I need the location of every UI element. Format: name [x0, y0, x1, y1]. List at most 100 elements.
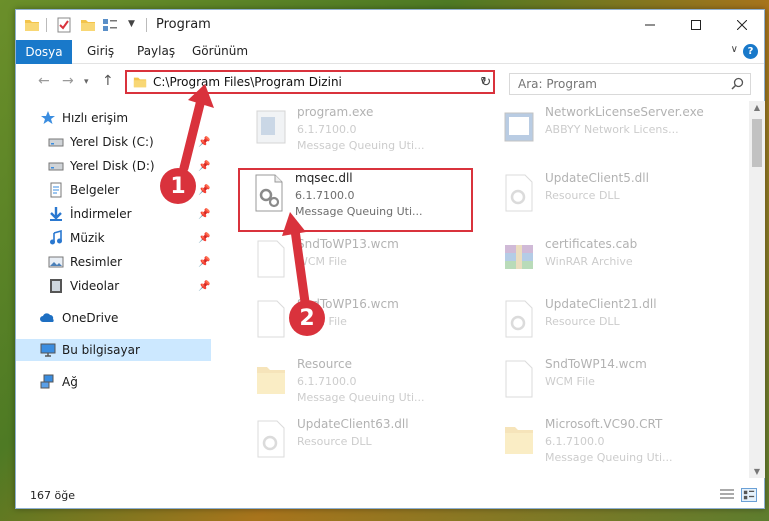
file-item[interactable]: SndToWP16.wcm WCM File [245, 295, 485, 351]
window-title: Program [156, 17, 211, 32]
scrollbar-thumb[interactable] [752, 119, 762, 167]
exe-file-icon [504, 112, 534, 142]
dll-file-icon [505, 174, 533, 212]
file-version: Resource DLL [545, 315, 620, 328]
sidebar-item-local-disk-c[interactable]: Yerel Disk (C:) 📌 [16, 131, 211, 153]
sidebar-item-quick-access[interactable]: Hızlı erişim [16, 107, 211, 129]
step-badge-1: 1 [160, 168, 196, 204]
sidebar-item-label: Müzik [70, 231, 105, 245]
file-highlight-box [238, 168, 473, 232]
sidebar-item-this-pc[interactable]: Bu bilgisayar [16, 339, 211, 361]
sidebar-item-downloads[interactable]: İndirmeler 📌 [16, 203, 211, 225]
pin-icon[interactable]: 📌 [198, 233, 210, 244]
file-item[interactable]: program.exe 6.1.7100.0 Message Queuing U… [245, 103, 485, 159]
folder-icon [133, 77, 147, 88]
tab-view[interactable]: Görünüm [192, 44, 248, 58]
file-version: ABBYY Network Licens... [545, 123, 679, 136]
file-list: program.exe 6.1.7100.0 Message Queuing U… [213, 101, 748, 478]
search-icon[interactable] [731, 77, 744, 90]
minimize-button[interactable] [627, 10, 673, 40]
file-item[interactable]: UpdateClient21.dll Resource DLL [493, 295, 733, 351]
document-file-icon [505, 360, 533, 398]
sidebar-item-music[interactable]: Müzik 📌 [16, 227, 211, 249]
file-name: UpdateClient21.dll [545, 297, 657, 311]
file-version: 6.1.7100.0 [545, 435, 605, 448]
address-bar[interactable]: C:\Program Files\Program Dizini ∨ [125, 70, 495, 94]
sidebar-item-label: Yerel Disk (C:) [70, 135, 154, 149]
status-bar: 167 öğe [16, 482, 764, 508]
pin-icon[interactable]: 📌 [198, 137, 210, 148]
help-icon[interactable]: ? [743, 44, 758, 59]
file-name: UpdateClient63.dll [297, 417, 409, 431]
sidebar-item-videos[interactable]: Videolar 📌 [16, 275, 211, 297]
sidebar-item-label: Belgeler [70, 183, 120, 197]
tiles-view-icon[interactable] [741, 488, 757, 502]
file-item[interactable]: UpdateClient5.dll Resource DLL [493, 169, 733, 225]
details-view-icon[interactable] [719, 488, 735, 502]
tab-home[interactable]: Giriş [87, 44, 114, 58]
folder-icon [25, 20, 39, 31]
documents-icon [50, 182, 62, 198]
cloud-icon [40, 313, 54, 322]
pin-icon[interactable]: 📌 [198, 257, 210, 268]
maximize-button[interactable] [673, 10, 719, 40]
file-name: SndToWP13.wcm [297, 237, 399, 251]
close-icon [737, 20, 747, 30]
file-name: Resource [297, 357, 353, 371]
close-button[interactable] [719, 10, 765, 40]
tab-share[interactable]: Paylaş [137, 44, 175, 58]
view-options-icon[interactable] [102, 17, 118, 33]
file-item[interactable]: Microsoft.VC90.CRT 6.1.7100.0 Message Qu… [493, 415, 733, 471]
step-badge-2: 2 [289, 300, 325, 336]
search-input[interactable] [518, 76, 718, 92]
sidebar-item-label: Yerel Disk (D:) [70, 159, 155, 173]
sidebar-item-label: Bu bilgisayar [62, 343, 140, 357]
sidebar-item-pictures[interactable]: Resimler 📌 [16, 251, 211, 273]
title-bar: ▼ Program [16, 10, 764, 40]
music-icon [50, 230, 62, 245]
up-button[interactable]: ↑ [102, 73, 114, 89]
file-item[interactable]: Resource 6.1.7100.0 Message Queuing Uti.… [245, 355, 485, 411]
new-folder-icon[interactable] [80, 17, 96, 33]
file-version: Resource DLL [297, 435, 372, 448]
file-description: Message Queuing Uti... [297, 139, 425, 152]
navigation-pane: Hızlı erişim Yerel Disk (C:) 📌 Yerel Dis… [16, 101, 211, 478]
dll-file-icon [257, 420, 285, 458]
exe-file-icon [256, 110, 286, 144]
pictures-icon [48, 256, 64, 268]
drive-icon [48, 162, 64, 171]
refresh-button[interactable]: ↻ [476, 72, 496, 92]
pin-icon[interactable]: 📌 [198, 161, 210, 172]
expand-ribbon-chevron-icon[interactable]: ∨ [731, 44, 738, 55]
document-file-icon [257, 300, 285, 338]
file-item[interactable]: SndToWP13.wcm WCM File [245, 235, 485, 291]
pin-icon[interactable]: 📌 [198, 209, 210, 220]
pin-icon[interactable]: 📌 [198, 281, 210, 292]
scroll-down-arrow-icon[interactable]: ▼ [749, 467, 765, 476]
sidebar-item-onedrive[interactable]: OneDrive [16, 307, 211, 329]
recent-locations-button[interactable]: ▾ [84, 77, 89, 87]
scroll-up-arrow-icon[interactable]: ▲ [749, 103, 765, 112]
file-item[interactable]: NetworkLicenseServer.exe ABBYY Network L… [493, 103, 733, 159]
sidebar-item-network[interactable]: Ağ [16, 371, 211, 393]
search-box[interactable] [509, 73, 751, 95]
forward-button[interactable]: → [62, 73, 74, 89]
star-icon [41, 111, 55, 124]
folder-icon [257, 367, 285, 394]
back-button[interactable]: ← [38, 73, 50, 89]
videos-icon [50, 279, 62, 293]
tab-file[interactable]: Dosya [16, 40, 72, 64]
address-path[interactable]: C:\Program Files\Program Dizini [153, 75, 342, 89]
sidebar-item-label: İndirmeler [70, 207, 132, 221]
vertical-scrollbar[interactable]: ▲ ▼ [749, 101, 765, 478]
toolbar-divider [46, 18, 47, 32]
customize-toolbar-chevron-icon[interactable]: ▼ [128, 19, 144, 35]
sidebar-item-label: Ağ [62, 375, 78, 389]
file-item[interactable]: certificates.cab WinRAR Archive [493, 235, 733, 291]
file-item[interactable]: SndToWP14.wcm WCM File [493, 355, 733, 411]
file-item[interactable]: UpdateClient63.dll Resource DLL [245, 415, 485, 471]
properties-icon[interactable] [56, 17, 72, 33]
pin-icon[interactable]: 📌 [198, 185, 210, 196]
title-divider [146, 18, 147, 32]
network-icon [40, 374, 54, 389]
